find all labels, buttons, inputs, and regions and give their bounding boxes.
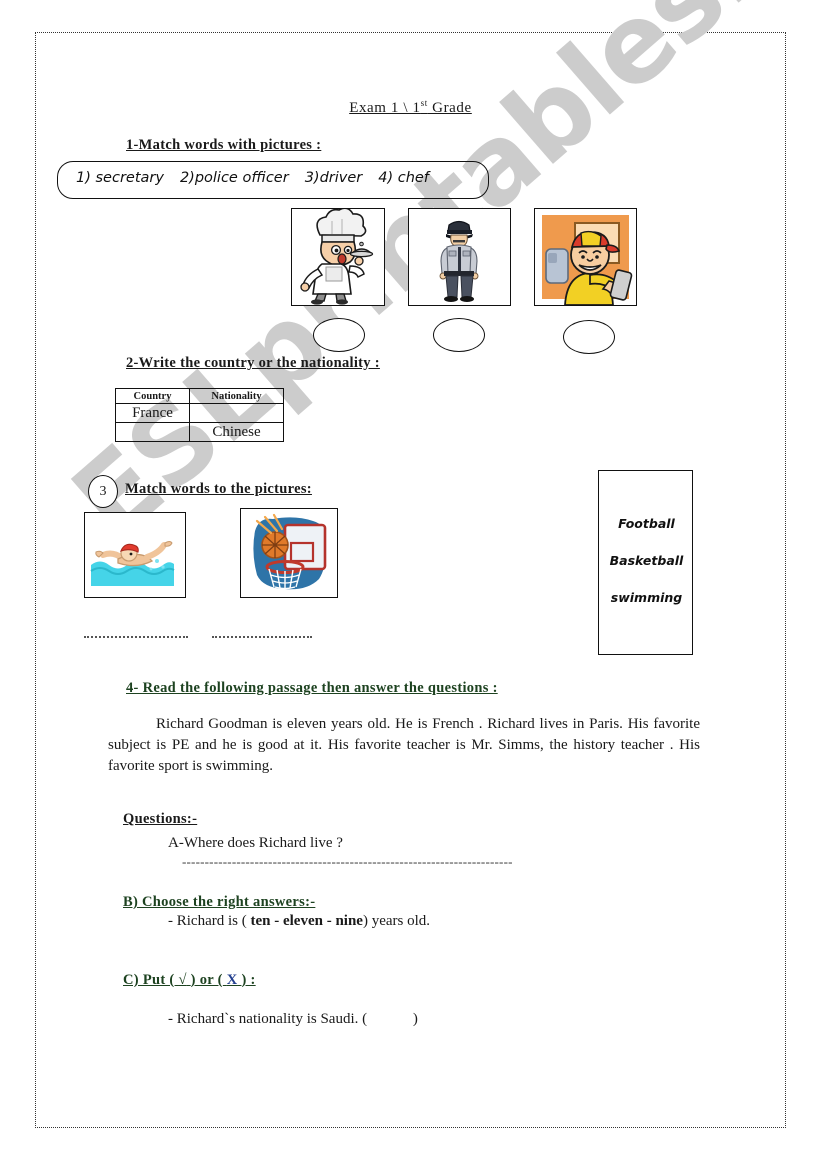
police-officer-illustration [409,209,510,305]
table-header-row: Country Nationality [115,388,284,404]
part-c-item: - Richard`s nationality is Saudi. ( ) [168,1011,418,1028]
part-c-heading: C) Put ( √ ) or ( X ) : [123,972,256,989]
exercise-1-heading: 1-Match words with pictures : [126,137,322,153]
word-bank-items: 1) secretary 2)police officer 3)driver 4) c… [76,170,445,186]
part-b-options[interactable]: ten - eleven - nine [250,913,362,929]
question-a-answer-line[interactable]: ----------------------------------------… [182,854,513,870]
part-c-item-close: ) [412,1011,418,1027]
page-title-tail: Grade [427,100,472,116]
answer-slot-3[interactable] [563,320,615,354]
page-title-main: Exam 1 \ 1 [349,100,421,116]
basketball-picture [240,508,338,598]
word-bank-item-2: 2)police officer [179,170,289,186]
table-row: France [115,403,284,423]
chef-picture [291,208,385,306]
answer-line-1[interactable] [84,635,188,638]
chef-illustration [292,209,384,305]
cell-country-1[interactable]: France [115,403,190,423]
part-c-heading-close: ) : [241,972,256,988]
cell-country-2[interactable] [115,422,190,442]
exercise-2-heading: 2-Write the country or the nationality : [126,355,380,371]
column-header-country: Country [115,388,190,404]
swimming-illustration [85,513,185,597]
driver-illustration [535,209,636,305]
exercise-3-number-badge: 3 [88,475,118,508]
part-c-heading-open: C) Put ( [123,972,175,988]
cell-nationality-1[interactable] [189,403,284,423]
part-b-heading: B) Choose the right answers:- [123,894,316,910]
answer-slot-1[interactable] [313,318,365,352]
x-mark-icon: X [226,972,238,988]
check-mark-icon: √ [178,972,187,988]
driver-picture [534,208,637,306]
cell-nationality-2[interactable]: Chinese [189,422,284,442]
part-c-heading-mid: ) or ( [190,972,223,988]
word-bank-item-3: 3)driver [304,170,363,186]
table-row: Chinese [115,422,284,442]
part-b-suffix: ) years old. [362,913,431,929]
exercise-1-word-bank: 1) secretary 2)police officer 3)driver 4) c… [57,161,489,199]
page-title-superscript: st [420,98,428,108]
word-bank-item-1: 1) secretary [76,170,164,186]
exercise-3-heading: Match words to the pictures: [125,481,312,497]
sport-word-swimming: swimming [610,590,683,605]
column-header-nationality: Nationality [189,388,284,404]
exercise-4-heading: 4- Read the following passage then answe… [126,680,498,696]
question-a: A-Where does Richard live ? [168,835,343,851]
sport-word-football: Football [618,516,675,531]
answer-slot-2[interactable] [433,318,485,352]
police-officer-picture [408,208,511,306]
sport-word-basketball: Basketball [609,553,684,568]
reading-passage: Richard Goodman is eleven years old. He … [108,716,700,774]
answer-line-2[interactable] [212,635,312,638]
page-title: Exam 1 \ 1st Grade [0,98,821,117]
part-b-item: - Richard is ( ten - eleven - nine) year… [168,913,430,930]
part-b-prefix: - Richard is ( [168,913,247,929]
swimming-picture [84,512,186,598]
country-nationality-table: Country Nationality France Chinese [115,388,284,442]
exercise-3-word-box: Football Basketball swimming [598,470,693,655]
part-c-item-text: - Richard`s nationality is Saudi. ( [168,1011,368,1027]
basketball-illustration [241,509,337,597]
word-bank-item-4: 4) chef [378,170,429,186]
questions-label: Questions:- [123,811,198,827]
